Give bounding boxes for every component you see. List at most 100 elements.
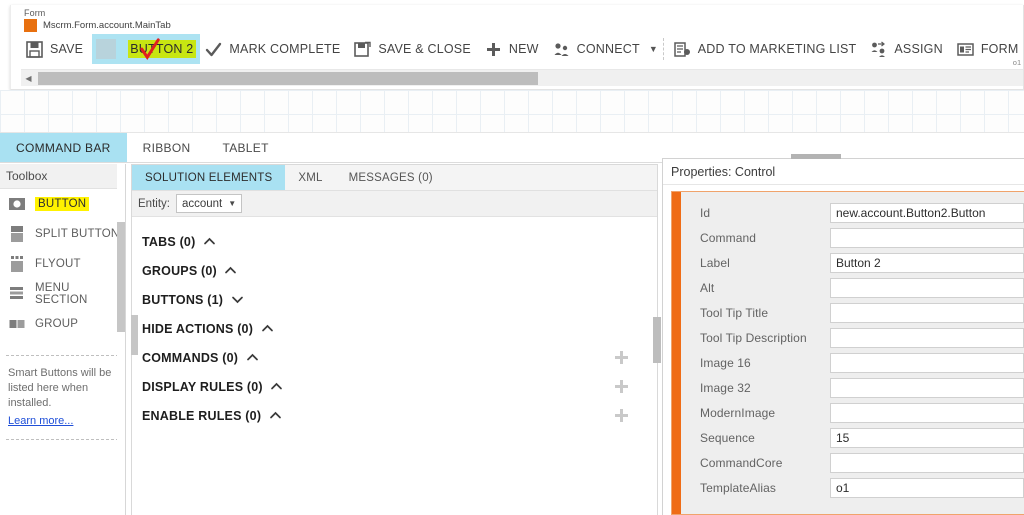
- toolbox-item-menu-section-label: MENU SECTION: [35, 282, 88, 306]
- toolbox-item-button-label: BUTTON: [35, 197, 90, 211]
- section-commands[interactable]: COMMANDS (0): [142, 343, 657, 372]
- toolbox-scrollbar[interactable]: [117, 164, 125, 515]
- property-input-image16[interactable]: [830, 352, 1024, 373]
- property-label-image32: Image 32: [700, 380, 751, 395]
- command-form[interactable]: FORM o1: [952, 34, 1023, 67]
- property-label-sequence: Sequence: [700, 430, 755, 445]
- section-groups[interactable]: GROUPS (0): [142, 256, 657, 285]
- tab-command-bar[interactable]: COMMAND BAR: [0, 133, 127, 162]
- property-row-label: Label Button 2: [681, 250, 1024, 275]
- toolbox-item-menu-section[interactable]: MENU SECTION: [0, 279, 125, 309]
- section-display-rules-label: DISPLAY RULES (0): [142, 379, 263, 394]
- section-display-rules[interactable]: DISPLAY RULES (0): [142, 372, 657, 401]
- property-input-modernimage[interactable]: [830, 402, 1024, 423]
- command-save-close-label: SAVE & CLOSE: [378, 42, 471, 56]
- property-label-image16: Image 16: [700, 355, 751, 370]
- property-input-commandcore[interactable]: [830, 452, 1024, 473]
- command-new-label: NEW: [508, 42, 539, 56]
- section-hide-actions[interactable]: HIDE ACTIONS (0): [142, 314, 657, 343]
- command-save-close[interactable]: SAVE & CLOSE: [349, 34, 479, 64]
- command-save[interactable]: SAVE: [21, 34, 92, 64]
- property-row-tooltip-title: Tool Tip Title: [681, 300, 1024, 325]
- property-label-label: Label: [700, 255, 730, 270]
- property-row-image16: Image 16: [681, 350, 1024, 375]
- check-icon: [204, 40, 223, 59]
- section-buttons[interactable]: BUTTONS (1): [142, 285, 657, 314]
- chevron-down-icon: ▼: [228, 199, 237, 208]
- form-tab-row[interactable]: Mscrm.Form.account.MainTab: [24, 19, 171, 32]
- property-row-commandcore: CommandCore: [681, 450, 1024, 475]
- section-buttons-label: BUTTONS (1): [142, 292, 224, 307]
- entity-dropdown-value: account: [181, 197, 223, 210]
- learn-more-link[interactable]: Learn more...: [8, 415, 73, 427]
- command-overflow-caret-icon[interactable]: ▼: [649, 34, 658, 64]
- command-connect[interactable]: CONNECT: [548, 34, 649, 64]
- property-input-command[interactable]: [830, 227, 1024, 248]
- tab-solution-elements[interactable]: SOLUTION ELEMENTS: [132, 165, 286, 190]
- assign-people-icon: [869, 40, 888, 59]
- property-input-image32[interactable]: [830, 377, 1024, 398]
- chevron-up-icon[interactable]: [270, 380, 284, 394]
- form-tab-name: Mscrm.Form.account.MainTab: [43, 20, 171, 31]
- toolbox-scrollbar-thumb[interactable]: [117, 222, 125, 332]
- chevron-up-icon[interactable]: [202, 235, 216, 249]
- property-row-image32: Image 32: [681, 375, 1024, 400]
- toolbox-item-split-button[interactable]: SPLIT BUTTON: [0, 219, 125, 249]
- add-display-rule-plus-icon[interactable]: [613, 378, 630, 395]
- ribbon-horizontal-scrollbar[interactable]: ◀: [21, 69, 1023, 87]
- section-groups-label: GROUPS (0): [142, 263, 217, 278]
- flyout-icon: [8, 255, 26, 273]
- toolbox-title: Toolbox: [0, 164, 125, 189]
- center-left-scrollbar-thumb[interactable]: [131, 315, 138, 355]
- command-mark-complete[interactable]: MARK COMPLETE: [200, 34, 349, 64]
- chevron-down-icon[interactable]: [230, 293, 244, 307]
- section-tabs-label: TABS (0): [142, 234, 196, 249]
- chevron-up-icon[interactable]: [260, 322, 274, 336]
- properties-tab-nub[interactable]: [791, 154, 841, 159]
- plus-icon: [484, 40, 503, 59]
- tab-ribbon[interactable]: RIBBON: [127, 133, 207, 162]
- tab-xml[interactable]: XML: [285, 165, 335, 190]
- properties-body: Id new.account.Button2.Button Command La…: [671, 191, 1024, 515]
- property-input-label[interactable]: Button 2: [830, 252, 1024, 273]
- section-enable-rules[interactable]: ENABLE RULES (0): [142, 401, 657, 430]
- property-input-templatealias[interactable]: o1: [830, 477, 1024, 498]
- chevron-up-icon[interactable]: [268, 409, 282, 423]
- tab-tablet[interactable]: TABLET: [206, 133, 284, 162]
- section-commands-label: COMMANDS (0): [142, 350, 239, 365]
- property-row-tooltip-description: Tool Tip Description: [681, 325, 1024, 350]
- command-connect-label: CONNECT: [576, 42, 640, 56]
- command-new[interactable]: NEW: [480, 34, 548, 64]
- toolbox-item-button[interactable]: BUTTON: [0, 189, 125, 219]
- scrollbar-thumb[interactable]: [38, 71, 538, 85]
- property-label-modernimage: ModernImage: [700, 405, 776, 420]
- property-input-tooltip-title[interactable]: [830, 302, 1024, 323]
- add-enable-rule-plus-icon[interactable]: [613, 407, 630, 424]
- menu-section-icon: [8, 285, 26, 303]
- add-command-plus-icon[interactable]: [613, 349, 630, 366]
- split-button-icon: [8, 225, 26, 243]
- property-row-command: Command: [681, 225, 1024, 250]
- center-tab-bar: SOLUTION ELEMENTS XML MESSAGES (0): [132, 165, 657, 191]
- orange-tab-chip-icon: [24, 19, 37, 32]
- section-tabs[interactable]: TABS (0): [142, 227, 657, 256]
- tab-messages[interactable]: MESSAGES (0): [336, 165, 446, 190]
- solution-elements-panel: SOLUTION ELEMENTS XML MESSAGES (0) Entit…: [131, 164, 661, 515]
- toolbox-item-flyout[interactable]: FLYOUT: [0, 249, 125, 279]
- center-right-scrollbar-thumb[interactable]: [653, 317, 661, 363]
- button-icon: [8, 195, 26, 213]
- command-save-label: SAVE: [50, 42, 84, 56]
- command-assign[interactable]: ASSIGN: [865, 34, 951, 64]
- property-input-sequence[interactable]: 15: [830, 427, 1024, 448]
- command-add-to-marketing-list[interactable]: ADD TO MARKETING LIST: [669, 34, 866, 64]
- entity-dropdown[interactable]: account ▼: [175, 194, 243, 213]
- chevron-up-icon[interactable]: [224, 264, 238, 278]
- property-input-alt[interactable]: [830, 277, 1024, 298]
- property-row-modernimage: ModernImage: [681, 400, 1024, 425]
- toolbox-item-group[interactable]: GROUP: [0, 309, 125, 339]
- chevron-up-icon[interactable]: [245, 351, 259, 365]
- property-input-id[interactable]: new.account.Button2.Button: [830, 202, 1024, 223]
- command-button2[interactable]: BUTTON 2: [92, 34, 201, 64]
- property-input-tooltip-description[interactable]: [830, 327, 1024, 348]
- scroll-left-arrow-icon[interactable]: ◀: [21, 70, 36, 87]
